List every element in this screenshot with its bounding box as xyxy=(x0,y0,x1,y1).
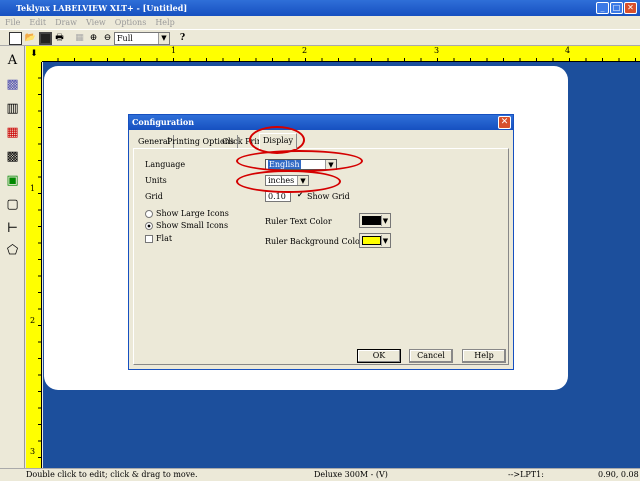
flat-label: Flat xyxy=(156,234,173,243)
left-ruler: 1 2 3 xyxy=(26,62,42,468)
menu-edit[interactable]: Edit xyxy=(29,18,46,27)
ruler-number: 2 xyxy=(30,316,36,325)
zoom-select[interactable]: Full ▼ xyxy=(114,32,170,45)
rectangle-tool-icon[interactable]: ▢ xyxy=(3,196,22,214)
ruler-text-color-picker[interactable]: ▼ xyxy=(359,213,391,228)
image-tool-icon[interactable]: ▣ xyxy=(3,172,22,190)
highlight-ellipse-units xyxy=(236,170,341,193)
zoom-out-icon[interactable]: ⊖ xyxy=(101,32,114,45)
ruler-background-color-picker[interactable]: ▼ xyxy=(359,233,391,248)
language-label: Language xyxy=(145,160,186,169)
menu-file[interactable]: File xyxy=(5,18,20,27)
toolbox: A ▩ ▥ ▦ ▩ ▣ ▢ ⊢ ⬠ xyxy=(0,46,25,468)
new-icon[interactable] xyxy=(9,32,22,45)
open-icon[interactable]: 📂 xyxy=(24,32,37,45)
show-grid-checkbox[interactable]: ✔ xyxy=(296,192,304,200)
ruler-number: 2 xyxy=(302,46,308,55)
help-icon[interactable]: ? xyxy=(176,32,189,45)
ok-button[interactable]: OK xyxy=(357,349,401,363)
grid-label: Grid xyxy=(145,192,163,201)
counter-tool-icon[interactable]: ▩ xyxy=(3,76,22,94)
close-button[interactable]: ✕ xyxy=(624,2,637,14)
dialog-close-button[interactable]: ✕ xyxy=(498,116,511,129)
polygon-tool-icon[interactable]: ⬠ xyxy=(3,242,22,260)
window-title: Teklynx LABELVIEW XLT+ - [Untitled] xyxy=(16,3,188,13)
dialog-title: Configuration xyxy=(129,115,513,130)
matrix-tool-icon[interactable]: ▩ xyxy=(3,148,22,166)
show-grid-label: Show Grid xyxy=(307,192,350,201)
flat-checkbox[interactable] xyxy=(145,235,153,243)
top-ruler: 1 2 3 4 xyxy=(42,46,640,62)
ruler-background-color-label: Ruler Background Color xyxy=(265,237,364,246)
show-small-icons-radio[interactable] xyxy=(145,222,153,230)
maximize-button[interactable]: □ xyxy=(610,2,623,14)
menu-view[interactable]: View xyxy=(86,18,106,27)
ruler-number: 1 xyxy=(30,184,36,193)
chevron-down-icon: ▼ xyxy=(381,215,389,226)
save-icon[interactable] xyxy=(39,32,52,45)
menu-draw[interactable]: Draw xyxy=(55,18,77,27)
zoom-in-icon[interactable]: ⊕ xyxy=(87,32,100,45)
status-coords: 0.90, 0.08 xyxy=(598,470,639,479)
ruler-number: 1 xyxy=(171,46,177,55)
2d-barcode-tool-icon[interactable]: ▦ xyxy=(3,124,22,142)
tab-display[interactable]: Display xyxy=(259,133,298,149)
ruler-number: 3 xyxy=(434,46,440,55)
chevron-down-icon: ▼ xyxy=(158,33,169,44)
ruler-number: 4 xyxy=(565,46,571,55)
barcode-tool-icon[interactable]: ▥ xyxy=(3,100,22,118)
chevron-down-icon: ▼ xyxy=(381,235,389,246)
menu-options[interactable]: Options xyxy=(115,18,147,27)
line-tool-icon[interactable]: ⊢ xyxy=(3,220,22,238)
zoom-value: Full xyxy=(117,34,133,43)
units-label: Units xyxy=(145,176,167,185)
show-large-icons-label: Show Large Icons xyxy=(156,209,229,218)
minimize-button[interactable]: _ xyxy=(596,2,609,14)
grid-icon[interactable]: ▦ xyxy=(73,32,86,45)
print-icon[interactable]: 🖶 xyxy=(53,32,66,45)
menu-help[interactable]: Help xyxy=(155,18,174,27)
ruler-origin-arrow-icon[interactable]: ⬇ xyxy=(26,46,42,62)
toolbar: 📂 🖶 ▦ ⊕ ⊖ Full ▼ ? xyxy=(0,29,640,46)
help-button[interactable]: Help xyxy=(462,349,506,363)
ruler-text-color-label: Ruler Text Color xyxy=(265,217,332,226)
status-printer: Deluxe 300M - (V) xyxy=(314,470,388,479)
text-tool-icon[interactable]: A xyxy=(3,52,22,70)
status-bar: Double click to edit; click & drag to mo… xyxy=(0,468,640,480)
title-bar: Teklynx LABELVIEW XLT+ - [Untitled] xyxy=(0,0,640,16)
status-port: -->LPT1: xyxy=(508,470,544,479)
cancel-button[interactable]: Cancel xyxy=(409,349,453,363)
highlight-ellipse-language xyxy=(236,150,363,172)
show-large-icons-radio[interactable] xyxy=(145,210,153,218)
menu-bar: File Edit Draw View Options Help xyxy=(0,16,640,29)
status-hint: Double click to edit; click & drag to mo… xyxy=(26,470,198,479)
ruler-number: 3 xyxy=(30,447,36,456)
show-small-icons-label: Show Small Icons xyxy=(156,221,229,230)
